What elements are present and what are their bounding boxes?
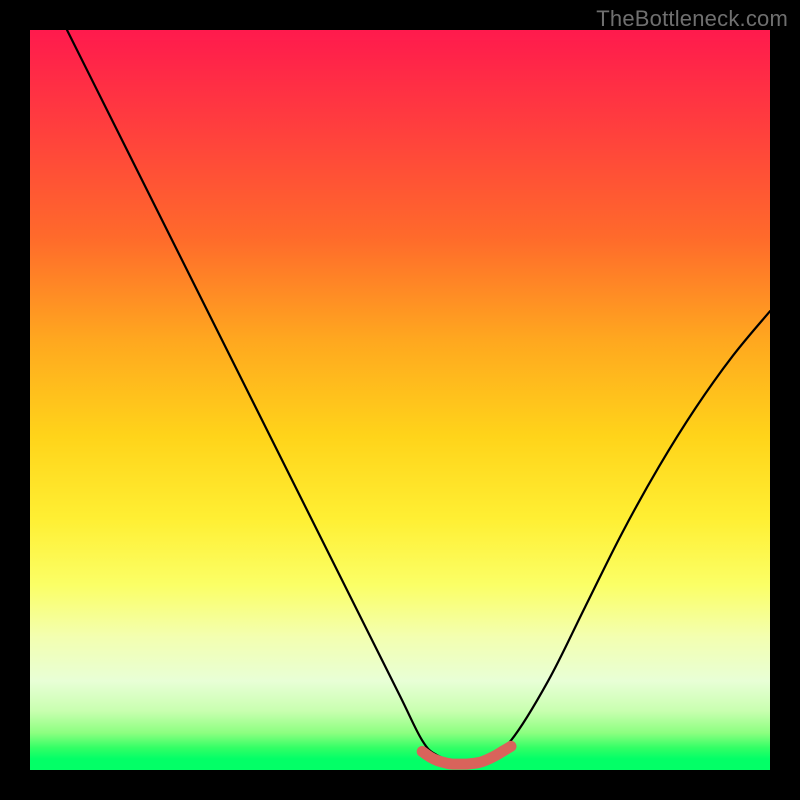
chart-container: TheBottleneck.com [0, 0, 800, 800]
plot-area [30, 30, 770, 770]
watermark-text: TheBottleneck.com [596, 6, 788, 32]
sweet-spot-band-path [422, 746, 511, 764]
chart-svg [30, 30, 770, 770]
bottleneck-curve-path [67, 30, 770, 764]
